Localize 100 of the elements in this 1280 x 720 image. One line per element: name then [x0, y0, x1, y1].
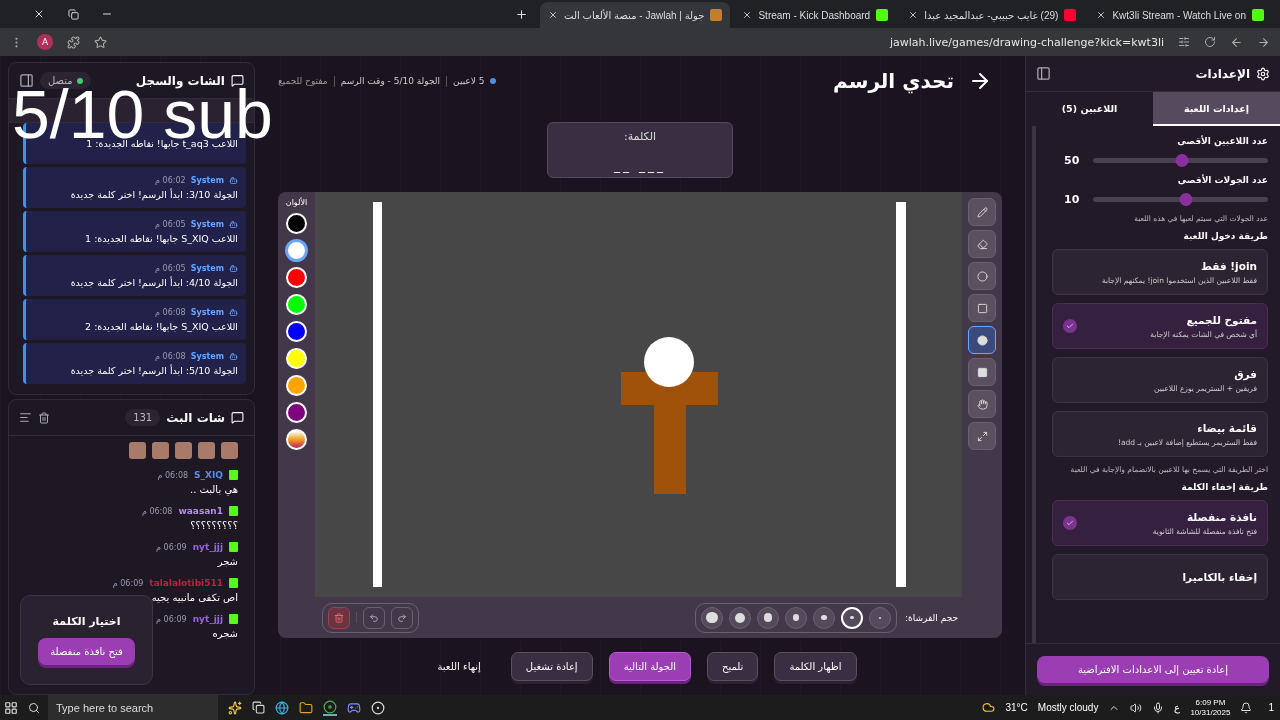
popup-title: اختيار الكلمة [52, 615, 121, 628]
reset-defaults-button[interactable]: إعادة تعيين إلى الاعدادات الافتراضية [1037, 656, 1269, 683]
chat-message: اص تكفى مانبيه يجيه [150, 592, 238, 603]
close-tab-icon[interactable] [548, 10, 559, 20]
favicon-icon [710, 9, 723, 21]
author-name: System [190, 351, 224, 361]
players-count: 5 لاعبين [453, 76, 485, 86]
sliders-icon[interactable] [1178, 36, 1190, 48]
drawing-canvas[interactable] [315, 192, 962, 597]
favicon-icon [1064, 9, 1077, 21]
action-button[interactable]: اظهار الكلمة [774, 652, 857, 681]
brush-size-option[interactable] [757, 606, 779, 629]
message-time: 06:05 م [155, 263, 186, 273]
close-tab-icon[interactable] [742, 10, 753, 20]
reload-icon[interactable] [1204, 36, 1216, 48]
trash-icon[interactable] [38, 411, 50, 424]
platform-icon [229, 614, 238, 624]
align-icon[interactable] [19, 411, 32, 424]
forward-icon[interactable] [1257, 35, 1270, 49]
log-text: الجولة 3/10: ابدأ الرسم! اختر كلمة جديدة [69, 188, 238, 200]
chat-bubble-icon [231, 411, 244, 424]
open-window-button[interactable]: فتح نافذة منفصلة [38, 638, 135, 665]
sparkle-icon[interactable] [228, 700, 242, 715]
brush-size-option[interactable] [701, 606, 723, 629]
dot-icon [976, 334, 988, 346]
microphone-icon[interactable] [1152, 701, 1165, 714]
clock[interactable]: 6:09 PM 10/31/2025 [1190, 697, 1231, 718]
option-title: قائمة بيضاء [1196, 421, 1257, 434]
page-title: تحدي الرسم [833, 69, 954, 93]
line-tool-button[interactable] [968, 422, 996, 450]
platform-icon [229, 506, 238, 516]
close-tab-icon[interactable] [908, 10, 919, 20]
circle-tool-button[interactable] [968, 262, 996, 290]
eraser-tool-button[interactable] [968, 230, 996, 258]
username: nyt_jjj [192, 542, 223, 552]
browser-tab[interactable]: جولة | Jawlah - منصة الألعاب الت [540, 2, 731, 28]
gamepad-icon[interactable] [347, 700, 361, 715]
circle-icon [976, 270, 988, 282]
dot-tool-button[interactable] [968, 326, 996, 354]
puzzle-icon[interactable] [67, 35, 80, 49]
color-swatch[interactable] [286, 240, 307, 261]
round-status: الجولة 5/10 - وقت الرسم [340, 76, 441, 86]
colors-label: الألوان [285, 198, 308, 207]
filled-tool-button[interactable] [968, 358, 996, 386]
slider-thumb[interactable] [1179, 193, 1193, 206]
hand-icon [976, 398, 988, 410]
panel-toggle-icon[interactable] [19, 73, 34, 88]
chat-message: شجره [211, 628, 238, 639]
bot-icon [229, 351, 238, 361]
brush-size-option[interactable] [785, 606, 807, 629]
browser-tab[interactable]: Stream - Kick Dashboard [734, 2, 897, 28]
brush-size-option[interactable] [813, 606, 835, 629]
hand-tool-button[interactable] [968, 390, 996, 418]
weather-icon[interactable] [982, 701, 996, 714]
windows-logo-icon[interactable] [4, 700, 18, 715]
action-button[interactable]: إعادة تشغيل [510, 652, 593, 681]
folder-icon[interactable] [299, 700, 313, 715]
pencil-tool-button[interactable] [968, 198, 996, 226]
star-icon[interactable] [94, 35, 107, 49]
action-button[interactable]: الجولة التالية [608, 652, 691, 681]
username: nyt_jjj [192, 614, 223, 624]
taskbar-search-field[interactable]: Type here to search [48, 695, 218, 720]
trash-icon [334, 612, 344, 623]
undo-button[interactable] [363, 606, 385, 629]
clear-button[interactable] [328, 606, 350, 629]
settings-tab[interactable]: إعدادات اللعبة [1153, 92, 1280, 126]
browser-tab[interactable]: (29) غايب حبيبي- عبدالمجيد عبدا [900, 2, 1085, 28]
profile-avatar[interactable]: A [37, 34, 53, 50]
message-time: 06:05 م [155, 219, 186, 229]
message-time: 06:02 م [155, 175, 186, 185]
temperature-text: 31°C [1005, 702, 1028, 713]
close-tab-icon[interactable] [1096, 10, 1107, 20]
log-text: اللاعب S_XIQ جابها! نقاطه الجديدة: 1 [84, 232, 238, 244]
language-indicator[interactable]: ع [1174, 702, 1181, 713]
slider-thumb[interactable] [1175, 154, 1189, 167]
rectangle-tool-button[interactable] [968, 294, 996, 322]
action-button[interactable]: تلميح [707, 652, 759, 681]
panel-toggle-icon[interactable] [1036, 66, 1051, 81]
redo-button[interactable] [391, 606, 413, 629]
log-text: الجولة 5/10: ابدأ الرسم! اختر كلمة جديدة [69, 364, 238, 376]
emote-placeholder [152, 442, 169, 459]
brush-size-option[interactable] [729, 606, 751, 629]
action-button[interactable]: إنهاء اللعبة [423, 653, 495, 680]
settings-tab[interactable]: اللاعبين (5) [1026, 92, 1153, 126]
chat-message: هي بالبث .. [188, 484, 238, 495]
speaker-icon[interactable] [1130, 701, 1143, 714]
eraser-icon [976, 238, 988, 250]
check-icon [1063, 319, 1077, 333]
status-dot-icon [76, 77, 83, 84]
url-text[interactable]: jawlah.live/games/drawing-challenge?kick=kwt3li [121, 35, 1164, 49]
browser-tab[interactable]: Kwt3li Stream - Watch Live on [1088, 2, 1272, 28]
option-card[interactable]: إخفاء بالكاميرا [1052, 554, 1268, 600]
brush-dot-icon [763, 613, 773, 622]
author-name: System [190, 263, 224, 273]
record-icon[interactable] [371, 700, 385, 715]
task-view-icon[interactable] [252, 701, 265, 714]
back-icon[interactable] [1230, 35, 1243, 49]
custom-color-swatch[interactable] [286, 429, 307, 450]
weather-text: Mostly cloudy [1037, 702, 1099, 713]
panel-title: شات البث [166, 410, 225, 425]
